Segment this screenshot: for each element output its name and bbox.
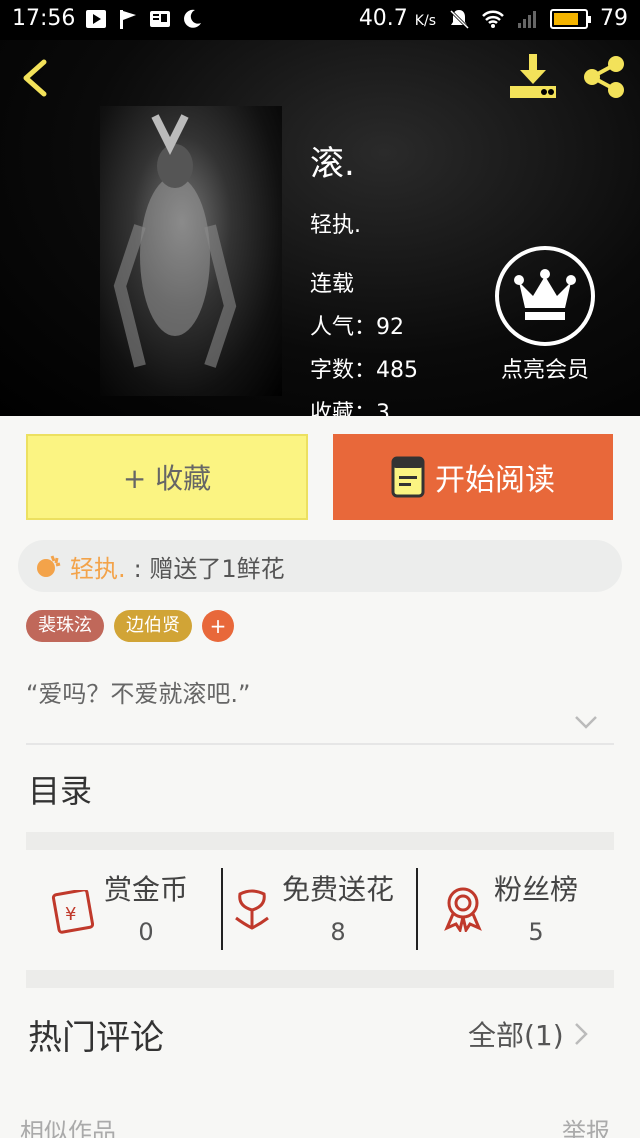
fan-ranking-value: 5 xyxy=(528,918,544,946)
cover-figure xyxy=(113,114,237,368)
signal-icon xyxy=(518,10,536,28)
divider xyxy=(26,743,614,745)
section-separator xyxy=(26,970,614,988)
free-flower-label: 免费送花 xyxy=(282,873,395,906)
book-word-count: 字数：485 xyxy=(310,358,418,383)
add-tag-button[interactable]: + xyxy=(202,610,234,642)
crown-icon xyxy=(495,246,595,346)
battery-icon xyxy=(550,8,591,29)
similar-works-title: 相似作品 xyxy=(20,1118,116,1138)
book-meta: 滚. 轻执. 连载 人气：92 字数：485 收藏：3 xyxy=(310,136,418,416)
chevron-right-icon xyxy=(574,1023,588,1045)
back-arrow-icon[interactable] xyxy=(16,56,56,100)
medal-icon xyxy=(444,887,482,932)
flower-icon xyxy=(235,889,269,930)
hot-comments-title: 热门评论 xyxy=(28,1018,164,1058)
section-separator xyxy=(26,832,614,850)
book-status: 连载 xyxy=(310,272,355,297)
status-time: 17:56 xyxy=(12,6,76,31)
bell-muted-icon xyxy=(449,9,470,29)
all-comments-link[interactable]: 全部(1) xyxy=(468,1014,588,1054)
gift-text: : 赠送了1鲜花 xyxy=(133,554,285,583)
book-favorites: 收藏：3 xyxy=(310,401,390,416)
speed-unit: K/s xyxy=(414,13,436,29)
gift-notice[interactable]: 轻执. : 赠送了1鲜花 xyxy=(18,540,622,592)
book-title: 滚. xyxy=(310,144,355,184)
svg-text:¥: ¥ xyxy=(65,904,76,925)
start-reading-label: 开始阅读 xyxy=(435,463,555,498)
tag-item[interactable]: 裴珠泫 xyxy=(26,610,104,642)
play-icon xyxy=(86,9,107,28)
book-intro: “爱吗？不爱就滚吧.” xyxy=(26,680,251,708)
start-reading-button[interactable]: 开始阅读 xyxy=(333,434,613,520)
battery-level: 79 xyxy=(600,6,628,31)
free-flower-value: 8 xyxy=(330,918,346,946)
all-comments-label: 全部(1) xyxy=(468,1019,564,1052)
vip-button[interactable]: 点亮会员 xyxy=(490,246,600,384)
moon-icon xyxy=(184,9,202,28)
share-icon[interactable] xyxy=(580,54,628,100)
gift-user[interactable]: 轻执. xyxy=(70,549,126,584)
news-icon xyxy=(150,10,171,27)
collect-button[interactable]: + 收藏 xyxy=(26,434,308,520)
status-bar: 17:56 40.7 K/s 79 xyxy=(0,0,640,40)
wifi-icon xyxy=(482,10,504,28)
tag-list: 裴珠泫 边伯贤 + xyxy=(26,610,234,642)
divider xyxy=(221,868,223,950)
download-icon[interactable] xyxy=(508,52,558,100)
reward-coins-value: 0 xyxy=(138,918,154,946)
tag-item[interactable]: 边伯贤 xyxy=(114,610,192,642)
red-envelope-icon: ¥ xyxy=(51,890,94,934)
vip-label: 点亮会员 xyxy=(500,358,589,383)
reward-coins-label: 赏金币 xyxy=(104,873,189,906)
book-icon xyxy=(391,456,425,498)
network-speed: 40.7 xyxy=(358,6,408,31)
flower-notice-icon xyxy=(37,555,61,577)
book-cover[interactable] xyxy=(100,106,282,396)
fan-ranking-button[interactable]: 粉丝榜 5 xyxy=(442,868,578,952)
report-link[interactable]: 举报 xyxy=(562,1112,610,1138)
collect-label: + 收藏 xyxy=(122,462,212,495)
book-author[interactable]: 轻执. xyxy=(310,207,418,239)
chevron-down-icon[interactable] xyxy=(574,714,598,730)
fan-ranking-label: 粉丝榜 xyxy=(494,873,579,906)
reward-coins-button[interactable]: ¥ 赏金币 0 xyxy=(48,868,188,952)
book-popularity: 人气：92 xyxy=(310,315,404,340)
catalog-link[interactable]: 目录 xyxy=(28,766,92,812)
flag-icon xyxy=(120,9,137,29)
divider xyxy=(416,868,418,950)
free-flower-button[interactable]: 免费送花 8 xyxy=(232,868,394,952)
book-header: 滚. 轻执. 连载 人气：92 字数：485 收藏：3 点亮会员 xyxy=(0,40,640,416)
